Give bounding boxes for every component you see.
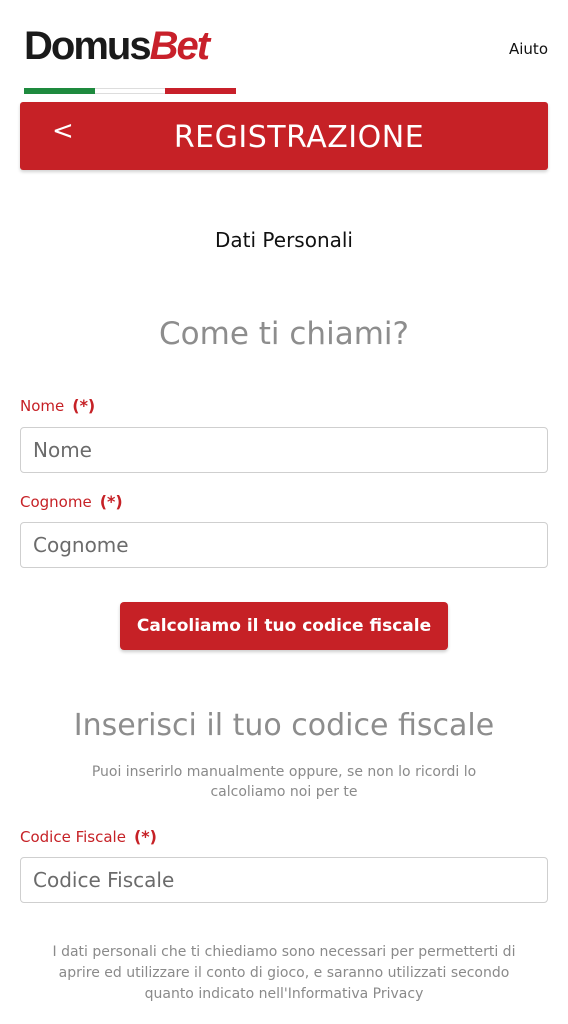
italian-flag-stripe xyxy=(24,88,237,94)
name-section-heading: Come ti chiami? xyxy=(159,316,409,352)
required-marker: (*) xyxy=(99,492,123,511)
tax-code-label-text: Codice Fiscale xyxy=(20,828,126,846)
last-name-input[interactable] xyxy=(20,522,548,568)
help-link[interactable]: Aiuto xyxy=(509,40,548,58)
tax-code-helper-text: Puoi inserirlo manualmente oppure, se no… xyxy=(91,764,477,800)
tax-code-label: Codice Fiscale (*) xyxy=(20,827,157,846)
flag-white-band xyxy=(94,88,166,94)
last-name-label: Cognome (*) xyxy=(20,492,123,511)
flag-green-band xyxy=(24,88,95,94)
logo-text-bet: Bet xyxy=(149,24,210,68)
logo-text-domus: Domus xyxy=(24,24,152,68)
title-bar: < REGISTRAZIONE xyxy=(20,102,548,170)
first-name-label: Nome (*) xyxy=(20,396,95,415)
registration-page: DomusBet Aiuto < REGISTRAZIONE Dati Pers… xyxy=(0,0,568,1024)
required-marker: (*) xyxy=(72,396,96,415)
calculate-tax-code-button[interactable]: Calcoliamo il tuo codice fiscale xyxy=(120,602,448,650)
page-title: REGISTRAZIONE xyxy=(173,120,425,155)
tax-code-section-heading: Inserisci il tuo codice fiscale xyxy=(73,708,495,743)
required-marker: (*) xyxy=(133,827,157,846)
step-title: Dati Personali xyxy=(215,228,353,252)
first-name-label-text: Nome xyxy=(20,397,65,415)
tax-code-input[interactable] xyxy=(20,857,548,903)
flag-red-band xyxy=(165,88,237,94)
domusbet-logo[interactable]: DomusBet xyxy=(24,24,237,94)
last-name-label-text: Cognome xyxy=(20,493,92,511)
privacy-notice: I dati personali che ti chiediamo sono n… xyxy=(52,944,516,1002)
first-name-input[interactable] xyxy=(20,427,548,473)
logo-wordmark: DomusBet xyxy=(24,24,210,68)
